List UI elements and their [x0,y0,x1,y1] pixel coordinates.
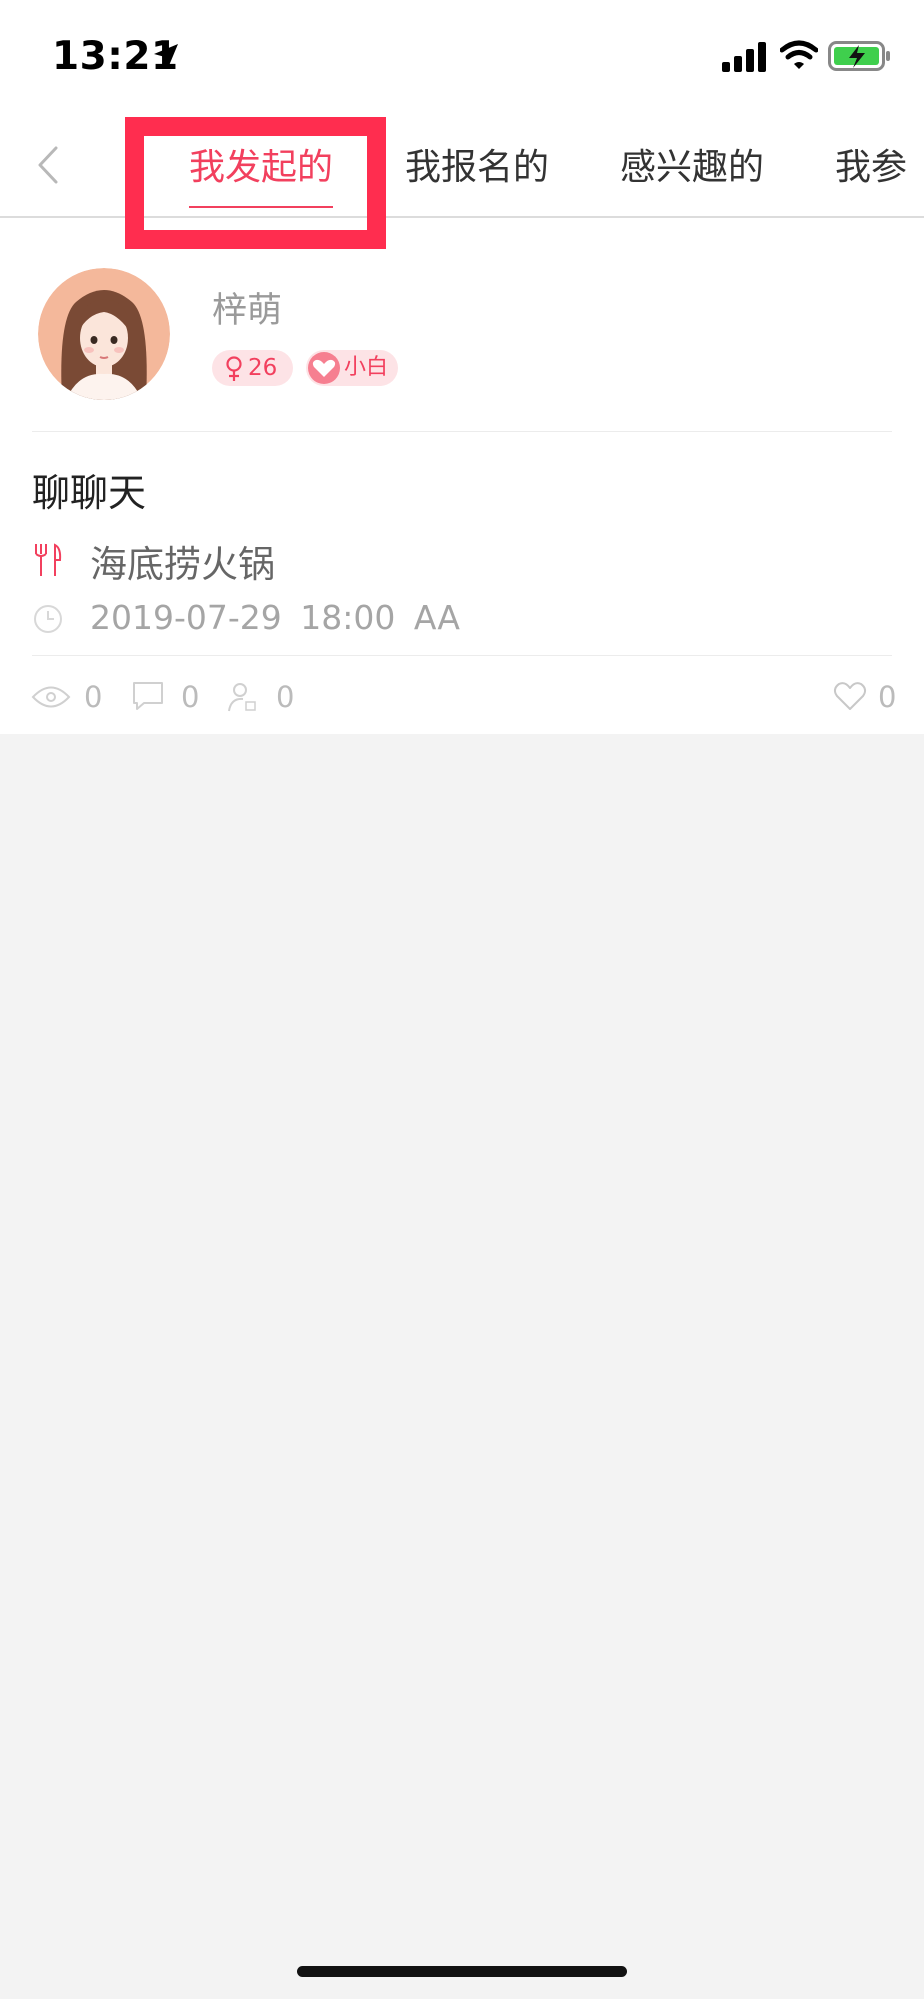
location-arrow-icon [154,44,178,68]
wifi-icon [780,40,818,69]
heart-badge-icon [308,352,340,384]
event-divider [32,655,892,656]
level-label: 小白 [344,355,389,380]
event-datetime: 2019-07-29 18:00 AA [90,598,460,637]
tab-registered[interactable]: 我报名的 [405,138,549,190]
tab-participated[interactable]: 我参 [835,138,907,190]
tab-interested[interactable]: 感兴趣的 [620,138,764,190]
level-badge: 小白 [306,350,398,386]
highlight-box [125,117,386,249]
signup-count: 0 [276,680,295,714]
view-count: 0 [84,680,103,714]
home-indicator[interactable] [297,1966,627,1977]
female-icon [226,356,242,381]
event-place: 海底捞火锅 [90,543,275,586]
avatar[interactable] [38,268,170,400]
age-value: 26 [248,355,278,381]
comment-icon[interactable] [132,681,164,711]
status-bar: 13:21 [0,0,924,110]
username: 梓萌 [212,291,283,331]
like-count: 0 [878,680,897,714]
fork-knife-icon [35,543,62,576]
eye-icon [31,686,71,708]
signup-person-icon [228,683,256,712]
comment-count: 0 [181,680,200,714]
event-title[interactable]: 聊聊天 [32,462,146,517]
battery-charging-icon [828,41,890,71]
chevron-left-icon[interactable] [30,140,70,190]
heart-icon[interactable] [833,681,867,711]
avatar-illustration [38,268,170,400]
profile-divider [32,431,892,432]
age-badge: 26 [212,350,293,386]
clock-icon [34,605,62,633]
signal-icon [722,42,766,72]
